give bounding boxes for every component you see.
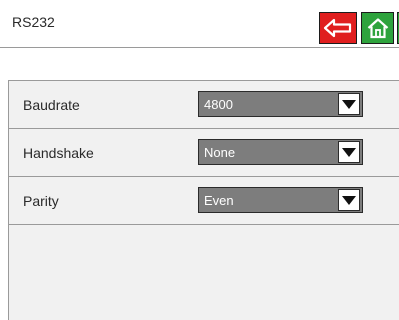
header-divider xyxy=(0,47,399,48)
setting-row-parity: Parity Even xyxy=(9,177,399,225)
chevron-down-icon[interactable] xyxy=(338,93,360,115)
chevron-down-icon[interactable] xyxy=(338,141,360,163)
settings-panel: Baudrate 4800 Handshake None Parity Even xyxy=(8,80,399,320)
page-title: RS232 xyxy=(12,14,55,30)
parity-label: Parity xyxy=(23,193,59,209)
chevron-down-icon[interactable] xyxy=(338,189,360,211)
back-arrow-icon xyxy=(323,18,352,38)
handshake-dropdown[interactable]: None xyxy=(198,139,363,165)
setting-row-handshake: Handshake None xyxy=(9,129,399,177)
baudrate-dropdown[interactable]: 4800 xyxy=(198,91,363,117)
home-icon xyxy=(367,18,388,39)
home-button[interactable] xyxy=(361,12,394,44)
baudrate-value: 4800 xyxy=(204,97,233,112)
setting-row-baudrate: Baudrate 4800 xyxy=(9,81,399,129)
rs232-screen: RS232 ? Baudrate 4800 Handshake None xyxy=(0,0,399,320)
handshake-value: None xyxy=(204,145,236,160)
parity-dropdown[interactable]: Even xyxy=(198,187,363,213)
back-button[interactable] xyxy=(319,12,357,44)
baudrate-label: Baudrate xyxy=(23,97,80,113)
parity-value: Even xyxy=(204,193,234,208)
handshake-label: Handshake xyxy=(23,145,94,161)
